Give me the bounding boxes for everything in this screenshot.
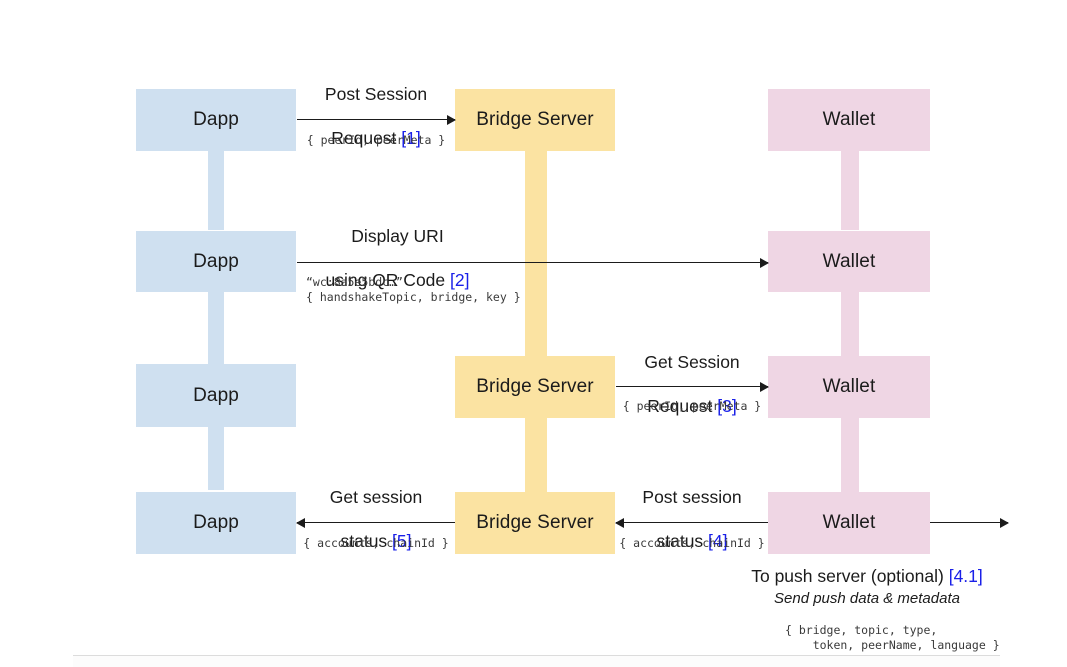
arrow-shaft (616, 386, 768, 388)
message-line-1: Get Session (644, 352, 740, 372)
payload-step-5: { accounts, chainId } (303, 536, 449, 550)
push-note-title-text: To push server (optional) (751, 566, 949, 586)
lifeline-dapp-3-4 (208, 427, 224, 490)
node-label: Wallet (822, 512, 876, 533)
arrow-head (615, 518, 624, 528)
arrow-shaft (930, 522, 1008, 524)
arrow-head (760, 258, 769, 268)
arrow-shaft (297, 119, 455, 121)
node-wallet-row4[interactable]: Wallet (768, 492, 930, 554)
message-line-1: Display URI (351, 226, 444, 246)
node-label: Dapp (193, 384, 239, 406)
arrow-step-2 (297, 257, 769, 269)
footer-band (73, 656, 1000, 667)
payload-step-4-1: { bridge, topic, type, token, peerName, … (785, 623, 1000, 652)
arrow-shaft (616, 522, 768, 524)
lifeline-dapp-1-2 (208, 150, 224, 230)
diagram-canvas: Dapp Bridge Server Wallet Post Session R… (0, 0, 1067, 667)
arrow-step-4-1-push-server (930, 517, 1009, 529)
node-label: Wallet (822, 250, 876, 272)
arrow-step-1 (297, 114, 456, 126)
node-label: Wallet (822, 109, 876, 130)
node-dapp-row2[interactable]: Dapp (136, 231, 296, 292)
push-server-note: To push server (optional) [4.1] Send pus… (712, 565, 1022, 609)
node-dapp-row3[interactable]: Dapp (136, 364, 296, 427)
arrow-step-5 (296, 517, 455, 529)
message-line-1: Get session (329, 487, 423, 507)
arrow-step-3 (616, 381, 769, 393)
payload-step-3: { peerId, peerMeta } (622, 399, 762, 413)
lifeline-bridge-3-4 (525, 418, 547, 492)
arrow-step-4 (615, 517, 768, 529)
arrow-shaft (297, 522, 455, 524)
arrow-head (760, 382, 769, 392)
push-note-subtitle: Send push data & metadata (774, 590, 960, 607)
node-label: Dapp (193, 512, 239, 533)
step-ref-4-1: [4.1] (948, 566, 983, 586)
arrow-head (296, 518, 305, 528)
node-wallet-row1[interactable]: Wallet (768, 89, 930, 151)
message-line-1: Post session (642, 487, 742, 507)
lifeline-wallet-3-4 (841, 418, 859, 492)
node-bridge-row3[interactable]: Bridge Server (455, 356, 615, 418)
arrow-head (1000, 518, 1009, 528)
payload-step-4: { accounts, chainId } (619, 536, 765, 550)
node-wallet-row3[interactable]: Wallet (768, 356, 930, 418)
arrow-shaft (297, 262, 768, 264)
lifeline-wallet-1-2 (841, 150, 859, 230)
arrow-head (447, 115, 456, 125)
node-wallet-row2[interactable]: Wallet (768, 231, 930, 292)
node-label: Bridge Server (476, 512, 594, 533)
node-label: Bridge Server (476, 376, 594, 397)
node-label: Dapp (193, 250, 239, 272)
node-bridge-row4[interactable]: Bridge Server (455, 492, 615, 554)
node-label: Wallet (822, 376, 876, 397)
node-dapp-row4[interactable]: Dapp (136, 492, 296, 554)
push-note-title: To push server (optional) [4.1] (712, 565, 1022, 588)
payload-step-2: “wc:8a5e5bdc…” { handshakeTopic, bridge,… (306, 275, 521, 304)
payload-step-1: { peerId, peerMeta } (306, 133, 446, 147)
node-label: Bridge Server (476, 109, 594, 130)
message-line-1: Post Session (324, 84, 428, 104)
node-dapp-row1[interactable]: Dapp (136, 89, 296, 151)
footer-divider (73, 655, 1000, 656)
lifeline-bridge-1-3 (525, 150, 547, 356)
node-label: Dapp (193, 109, 239, 130)
lifeline-wallet-2-3 (841, 292, 859, 356)
lifeline-dapp-2-3 (208, 292, 224, 364)
node-bridge-row1[interactable]: Bridge Server (455, 89, 615, 151)
